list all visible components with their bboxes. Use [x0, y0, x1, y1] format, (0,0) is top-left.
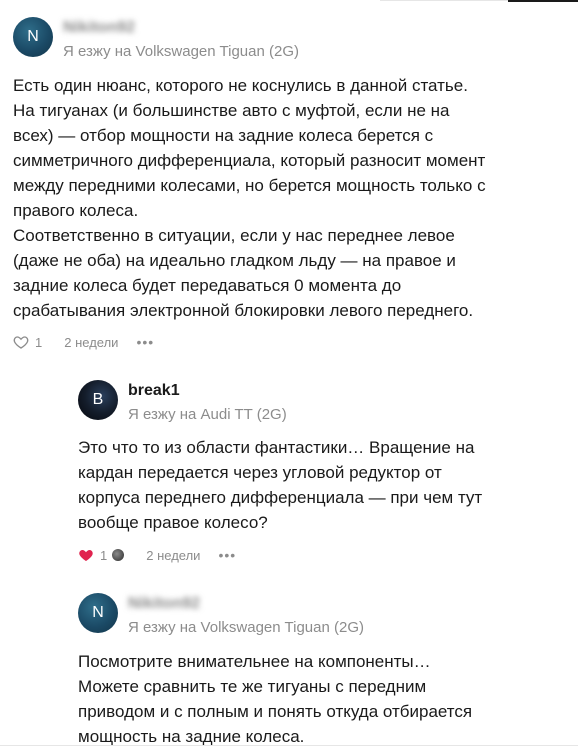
heart-outline-icon[interactable] [13, 334, 29, 350]
avatar[interactable]: B [78, 380, 118, 420]
avatar[interactable]: N [78, 593, 118, 633]
more-dots-icon[interactable]: ••• [136, 334, 154, 350]
comment-line: задние колеса будет передаваться 0 момен… [13, 276, 402, 295]
comment-text: Есть один нюанс, которого не коснулись в… [13, 73, 553, 323]
comment-line: симметричного дифференциала, который раз… [13, 151, 486, 170]
comment-line: Можете сравнить те же тигуаны с передним [78, 677, 427, 696]
comment: N Nikiton92 Я езжу на Volkswagen Tiguan … [0, 0, 578, 360]
comment-line: всех) — отбор мощности на задние колеса … [13, 126, 434, 145]
comment-line: Это что то из области фантастики… Вращен… [78, 438, 475, 457]
comment-line: корпуса переднего дифференциала — при че… [78, 488, 483, 507]
comment-time[interactable]: 2 недели [146, 548, 200, 563]
comment-text: Это что то из области фантастики… Вращен… [78, 435, 558, 535]
comment-actions: 1 2 недели ••• [78, 545, 236, 565]
comment-line: Соответственно в ситуации, если у нас пе… [13, 226, 455, 245]
comment-line: (даже не оба) на идеально гладком льду —… [13, 251, 456, 270]
author-car[interactable]: Я езжу на Volkswagen Tiguan (2G) [63, 43, 299, 60]
like-count: 1 [100, 547, 108, 563]
comment-line: Есть один нюанс, которого не коснулись в… [13, 76, 468, 95]
comment-line: между передними колесами, но берется мощ… [13, 176, 486, 195]
bottom-divider [0, 745, 578, 746]
avatar-letter: B [92, 391, 104, 408]
more-dots-icon[interactable]: ••• [218, 547, 236, 563]
comment-reply: N Nikiton92 Я езжу на Volkswagen Tiguan … [0, 583, 578, 746]
like-count: 1 [35, 334, 43, 350]
heart-filled-icon[interactable] [78, 547, 94, 563]
comment-line: срабатывания электронной блокировки лево… [13, 301, 474, 320]
comment-line: На тигуанах (и большинстве авто с муфтой… [13, 101, 450, 120]
avatar[interactable]: N [13, 17, 53, 57]
author-name[interactable]: Nikiton92 [63, 19, 135, 37]
comment-actions: 1 2 недели ••• [13, 332, 154, 352]
comment-line: правого колеса. [13, 201, 139, 220]
comment-line: кардан передается через угловой редуктор… [78, 463, 442, 482]
comment-text: Посмотрите внимательнее на компоненты… М… [78, 649, 558, 749]
liker-avatar [112, 549, 125, 561]
comment-line: Посмотрите внимательнее на компоненты… [78, 652, 431, 671]
comment-time[interactable]: 2 недели [64, 335, 118, 350]
author-name[interactable]: break1 [128, 382, 180, 400]
avatar-letter: N [27, 28, 39, 45]
author-car[interactable]: Я езжу на Audi TT (2G) [128, 406, 287, 423]
author-car[interactable]: Я езжу на Volkswagen Tiguan (2G) [128, 619, 364, 636]
comment-line: вообще правое колесо? [78, 513, 268, 532]
author-name[interactable]: Nikiton92 [128, 595, 200, 613]
comment-line: приводом и с полным и понять откуда отби… [78, 702, 473, 721]
comment-reply: B break1 Я езжу на Audi TT (2G) Это что … [0, 370, 578, 570]
avatar-letter: N [92, 604, 104, 621]
